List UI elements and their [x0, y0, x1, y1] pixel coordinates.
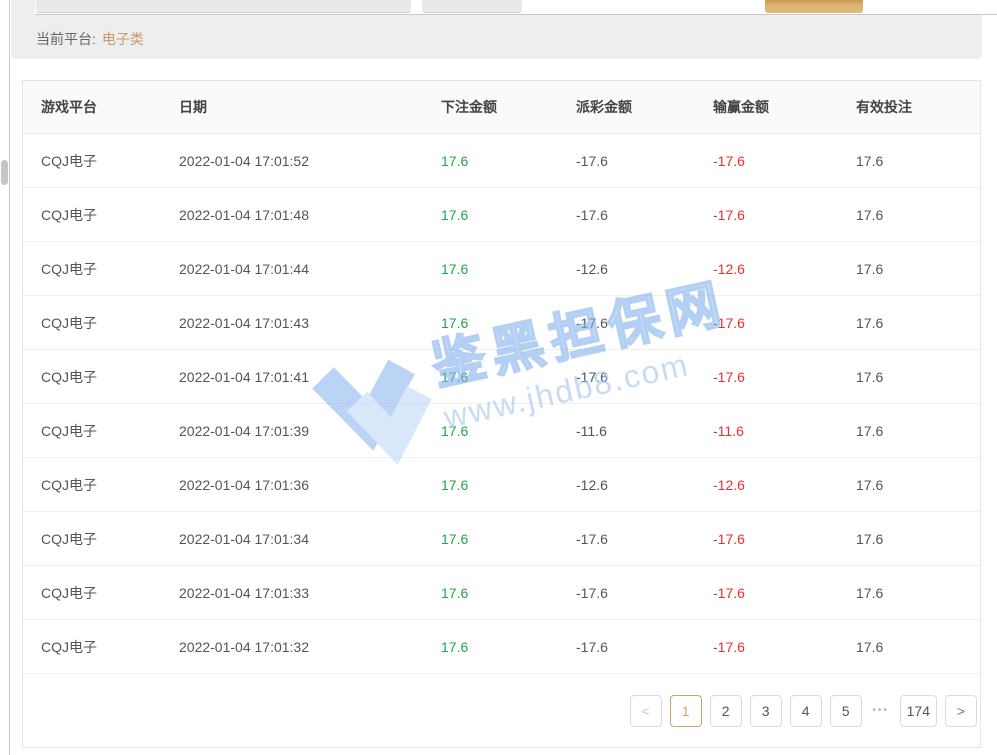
cell-bet: 17.6 — [441, 153, 576, 169]
pagination-page-5[interactable]: 5 — [830, 695, 862, 727]
cell-payout: -17.6 — [576, 153, 713, 169]
scrollbar-thumb[interactable] — [1, 160, 8, 185]
pagination-prev-button[interactable]: < — [630, 695, 662, 727]
table-row: CQJ电子2022-01-04 17:01:3317.6-17.6-17.617… — [23, 566, 980, 620]
cell-valid: 17.6 — [856, 639, 966, 655]
current-platform-row: 当前平台: 电子类 — [36, 29, 144, 49]
cell-winloss: -17.6 — [713, 531, 856, 547]
cell-bet: 17.6 — [441, 585, 576, 601]
cell-platform: CQJ电子 — [41, 151, 179, 171]
cell-date: 2022-01-04 17:01:52 — [179, 153, 441, 169]
cell-date: 2022-01-04 17:01:33 — [179, 585, 441, 601]
col-header-valid: 有效投注 — [856, 97, 966, 117]
pagination: <12345 ••• 174> — [23, 674, 980, 747]
cell-date: 2022-01-04 17:01:36 — [179, 477, 441, 493]
cell-winloss: -17.6 — [713, 585, 856, 601]
cell-payout: -17.6 — [576, 315, 713, 331]
cell-valid: 17.6 — [856, 585, 966, 601]
cell-bet: 17.6 — [441, 369, 576, 385]
cell-winloss: -11.6 — [713, 423, 856, 439]
cell-winloss: -12.6 — [713, 261, 856, 277]
col-header-bet: 下注金额 — [441, 97, 576, 117]
pagination-page-174[interactable]: 174 — [900, 695, 937, 727]
cell-valid: 17.6 — [856, 315, 966, 331]
cell-winloss: -17.6 — [713, 207, 856, 223]
cell-winloss: -17.6 — [713, 369, 856, 385]
pagination-next-button[interactable]: > — [945, 695, 977, 727]
table-row: CQJ电子2022-01-04 17:01:4817.6-17.6-17.617… — [23, 188, 980, 242]
cell-platform: CQJ电子 — [41, 367, 179, 387]
cell-payout: -17.6 — [576, 639, 713, 655]
cell-payout: -12.6 — [576, 261, 713, 277]
cell-winloss: -17.6 — [713, 639, 856, 655]
cell-platform: CQJ电子 — [41, 259, 179, 279]
cell-payout: -17.6 — [576, 585, 713, 601]
cell-platform: CQJ电子 — [41, 205, 179, 225]
filter-bar — [35, 0, 997, 15]
records-table-card: 游戏平台 日期 下注金额 派彩金额 输赢金额 有效投注 CQJ电子2022-01… — [22, 80, 981, 748]
cell-valid: 17.6 — [856, 531, 966, 547]
cell-bet: 17.6 — [441, 531, 576, 547]
cell-date: 2022-01-04 17:01:43 — [179, 315, 441, 331]
cell-bet: 17.6 — [441, 261, 576, 277]
col-header-platform: 游戏平台 — [41, 97, 179, 117]
cell-platform: CQJ电子 — [41, 421, 179, 441]
cell-date: 2022-01-04 17:01:32 — [179, 639, 441, 655]
current-platform-value[interactable]: 电子类 — [102, 31, 144, 47]
cell-platform: CQJ电子 — [41, 529, 179, 549]
pagination-page-4[interactable]: 4 — [790, 695, 822, 727]
table-row: CQJ电子2022-01-04 17:01:5217.6-17.6-17.617… — [23, 134, 980, 188]
cell-platform: CQJ电子 — [41, 313, 179, 333]
sidebar-scrollbar — [0, 0, 10, 755]
cell-bet: 17.6 — [441, 477, 576, 493]
table-row: CQJ电子2022-01-04 17:01:4417.6-12.6-12.617… — [23, 242, 980, 296]
cell-payout: -11.6 — [576, 423, 713, 439]
table-row: CQJ电子2022-01-04 17:01:3617.6-12.6-12.617… — [23, 458, 980, 512]
cell-date: 2022-01-04 17:01:34 — [179, 531, 441, 547]
cell-bet: 17.6 — [441, 207, 576, 223]
cell-payout: -17.6 — [576, 207, 713, 223]
cell-date: 2022-01-04 17:01:48 — [179, 207, 441, 223]
table-row: CQJ电子2022-01-04 17:01:4117.6-17.6-17.617… — [23, 350, 980, 404]
current-platform-label: 当前平台: — [36, 31, 96, 47]
table-row: CQJ电子2022-01-04 17:01:3917.6-11.6-11.617… — [23, 404, 980, 458]
cell-bet: 17.6 — [441, 423, 576, 439]
cell-date: 2022-01-04 17:01:39 — [179, 423, 441, 439]
cell-platform: CQJ电子 — [41, 583, 179, 603]
cell-valid: 17.6 — [856, 369, 966, 385]
col-header-date: 日期 — [179, 97, 441, 117]
cell-valid: 17.6 — [856, 261, 966, 277]
cell-bet: 17.6 — [441, 639, 576, 655]
pagination-page-2[interactable]: 2 — [710, 695, 742, 727]
filter-input-date[interactable] — [422, 0, 522, 13]
cell-winloss: -17.6 — [713, 315, 856, 331]
col-header-winloss: 输赢金额 — [713, 97, 856, 117]
cell-valid: 17.6 — [856, 477, 966, 493]
cell-platform: CQJ电子 — [41, 637, 179, 657]
cell-winloss: -17.6 — [713, 153, 856, 169]
cell-payout: -17.6 — [576, 369, 713, 385]
table-row: CQJ电子2022-01-04 17:01:3417.6-17.6-17.617… — [23, 512, 980, 566]
table-row: CQJ电子2022-01-04 17:01:3217.6-17.6-17.617… — [23, 620, 980, 674]
table-row: CQJ电子2022-01-04 17:01:4317.6-17.6-17.617… — [23, 296, 980, 350]
cell-date: 2022-01-04 17:01:41 — [179, 369, 441, 385]
table-body: CQJ电子2022-01-04 17:01:5217.6-17.6-17.617… — [23, 134, 980, 674]
col-header-payout: 派彩金额 — [576, 97, 713, 117]
cell-valid: 17.6 — [856, 207, 966, 223]
cell-payout: -12.6 — [576, 477, 713, 493]
filter-input-platform[interactable] — [36, 0, 411, 13]
cell-bet: 17.6 — [441, 315, 576, 331]
pagination-ellipsis[interactable]: ••• — [870, 705, 892, 716]
table-header-row: 游戏平台 日期 下注金额 派彩金额 输赢金额 有效投注 — [23, 81, 980, 134]
search-button[interactable] — [765, 0, 863, 13]
pagination-page-3[interactable]: 3 — [750, 695, 782, 727]
pagination-page-1[interactable]: 1 — [670, 695, 702, 727]
cell-winloss: -12.6 — [713, 477, 856, 493]
cell-date: 2022-01-04 17:01:44 — [179, 261, 441, 277]
cell-valid: 17.6 — [856, 153, 966, 169]
cell-payout: -17.6 — [576, 531, 713, 547]
cell-valid: 17.6 — [856, 423, 966, 439]
cell-platform: CQJ电子 — [41, 475, 179, 495]
